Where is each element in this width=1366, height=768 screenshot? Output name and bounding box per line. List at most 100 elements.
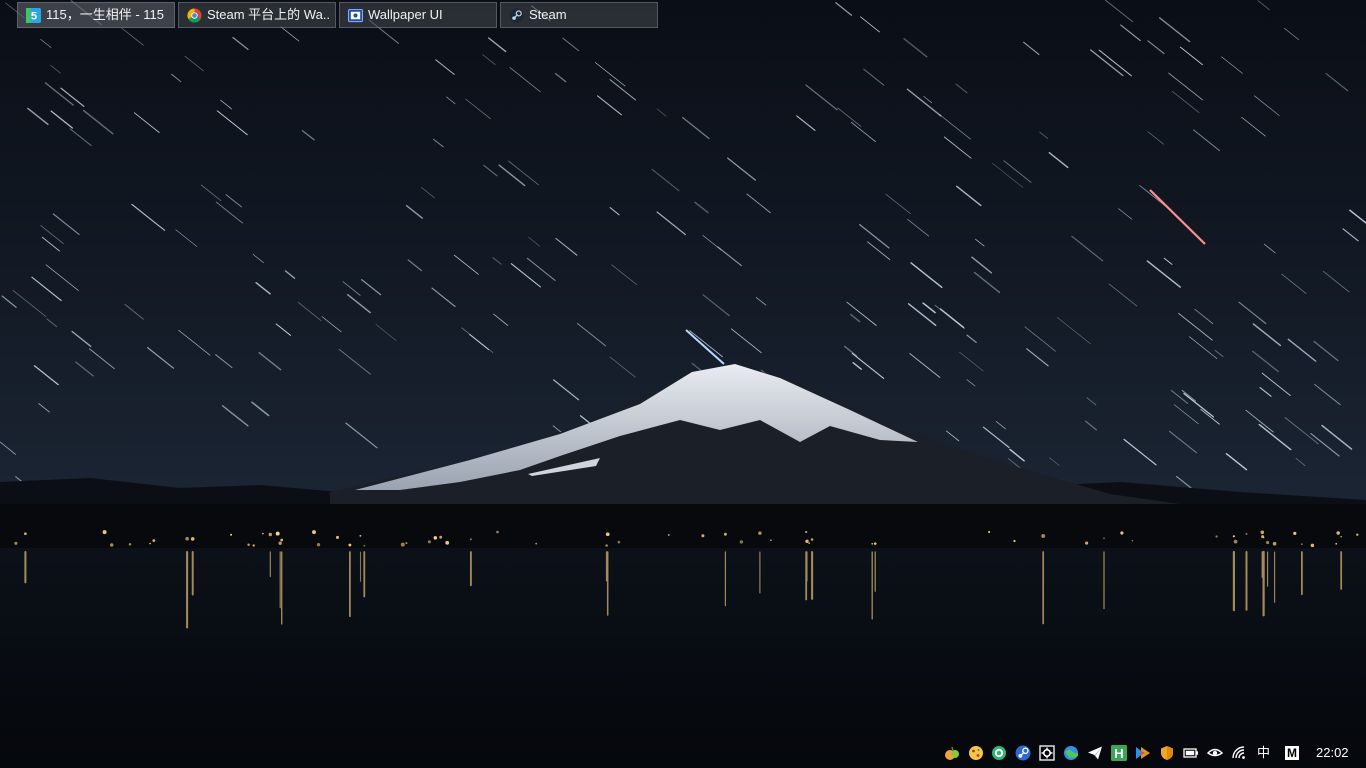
town-light [1131, 540, 1134, 542]
fruit-app-icon[interactable] [944, 745, 960, 761]
town-light [359, 534, 362, 537]
town-light [1310, 543, 1315, 548]
town-light [185, 536, 189, 541]
wallpaper-engine-icon [348, 8, 363, 23]
town-light [667, 534, 670, 536]
town-light [1232, 535, 1235, 538]
town-light [1215, 535, 1218, 538]
town-light [1245, 532, 1248, 535]
town-light [439, 535, 443, 539]
m-app-label: M [1287, 746, 1297, 760]
town-light [605, 544, 608, 547]
town-light [1272, 541, 1277, 546]
wallpaper [0, 0, 1366, 768]
paper-plane-icon[interactable] [1087, 745, 1103, 761]
taskbar-button-steam[interactable]: Steam [500, 2, 658, 28]
town-light [252, 544, 255, 547]
town-light [230, 533, 233, 536]
town-light [190, 537, 195, 541]
town-light [312, 530, 316, 535]
town-light [363, 544, 366, 547]
town-light [280, 538, 284, 542]
town-light [873, 542, 877, 545]
town-light [1265, 540, 1270, 545]
town-light [1335, 542, 1338, 545]
town-light [445, 540, 450, 545]
town-light [808, 542, 811, 544]
town-light [1085, 541, 1089, 545]
multicolor-app-icon[interactable] [1135, 745, 1151, 761]
town-light [405, 542, 408, 545]
lake [0, 548, 1366, 768]
input-method-indicator[interactable]: 中 [1257, 745, 1270, 761]
clock[interactable]: 22:02 [1316, 745, 1349, 761]
town-light [427, 540, 431, 544]
town-light [469, 538, 472, 541]
town-light [805, 539, 809, 544]
town-light [335, 535, 340, 539]
shield-icon[interactable] [1159, 745, 1175, 761]
town-light [14, 541, 18, 545]
town-light [496, 530, 499, 534]
town-light [770, 539, 772, 542]
town-light [316, 543, 321, 547]
town-light [810, 538, 814, 541]
shoreline [0, 504, 1366, 548]
gear-box-icon[interactable] [1039, 745, 1055, 761]
taskbar-button-label: 115，一生相伴 - 115 [46, 7, 165, 22]
taskbar-button-115[interactable]: 5 115，一生相伴 - 115 [17, 2, 175, 28]
taskbar-button-chrome[interactable]: Steam 平台上的 Wa... [178, 2, 336, 28]
town-light [1233, 539, 1238, 544]
steam-icon [509, 8, 524, 23]
globe-app-icon[interactable] [1063, 745, 1079, 761]
town-light [1013, 539, 1016, 543]
taskbar-button-label: Wallpaper UI [368, 7, 443, 22]
steam-icon[interactable] [1015, 745, 1031, 761]
town-light [617, 540, 621, 544]
town-light [535, 542, 538, 545]
town-light [275, 531, 280, 536]
wifi-icon[interactable] [1231, 745, 1247, 761]
town-light [348, 543, 352, 547]
town-light [988, 530, 991, 534]
h-app-icon[interactable]: H [1111, 745, 1127, 761]
town-light [128, 543, 132, 546]
town-light [1293, 531, 1297, 536]
town-light [262, 532, 264, 535]
town-light [247, 543, 250, 546]
town-light [149, 542, 151, 545]
town-light [278, 541, 282, 545]
town-light [1336, 531, 1340, 535]
chrome-icon [187, 8, 202, 23]
cookie-app-icon[interactable] [968, 745, 984, 761]
system-tray: H 中 M [940, 738, 1366, 768]
town-light [1041, 534, 1046, 538]
taskbar-button-wallpaper-ui[interactable]: Wallpaper UI [339, 2, 497, 28]
town-light [701, 534, 705, 538]
town-light [1260, 530, 1265, 535]
town-light [433, 536, 438, 540]
eye-app-icon[interactable] [1207, 745, 1223, 761]
taskbar-button-label: Steam 平台上的 Wa... [207, 7, 329, 22]
town-light [1356, 533, 1359, 536]
town-light [1103, 537, 1105, 539]
town-light [1301, 543, 1303, 545]
town-light [758, 531, 762, 535]
town-light [1340, 535, 1343, 538]
town-light [805, 530, 808, 534]
town-light [102, 530, 107, 535]
m-app-icon[interactable]: M [1285, 746, 1299, 760]
ring-app-icon[interactable] [991, 745, 1007, 761]
town-light [1120, 531, 1124, 535]
town-light [1261, 535, 1265, 539]
town-light [723, 532, 727, 536]
desktop[interactable]: 5 115，一生相伴 - 115 Steam 平台上的 Wa... Wallpa… [0, 0, 1366, 768]
town-light [268, 532, 273, 537]
svg-text:5: 5 [31, 11, 37, 23]
115-app-icon: 5 [26, 8, 41, 23]
town-light [871, 543, 873, 545]
town-light [110, 543, 114, 547]
battery-icon[interactable] [1183, 745, 1199, 761]
town-light [400, 542, 405, 547]
svg-text:H: H [1114, 746, 1123, 761]
